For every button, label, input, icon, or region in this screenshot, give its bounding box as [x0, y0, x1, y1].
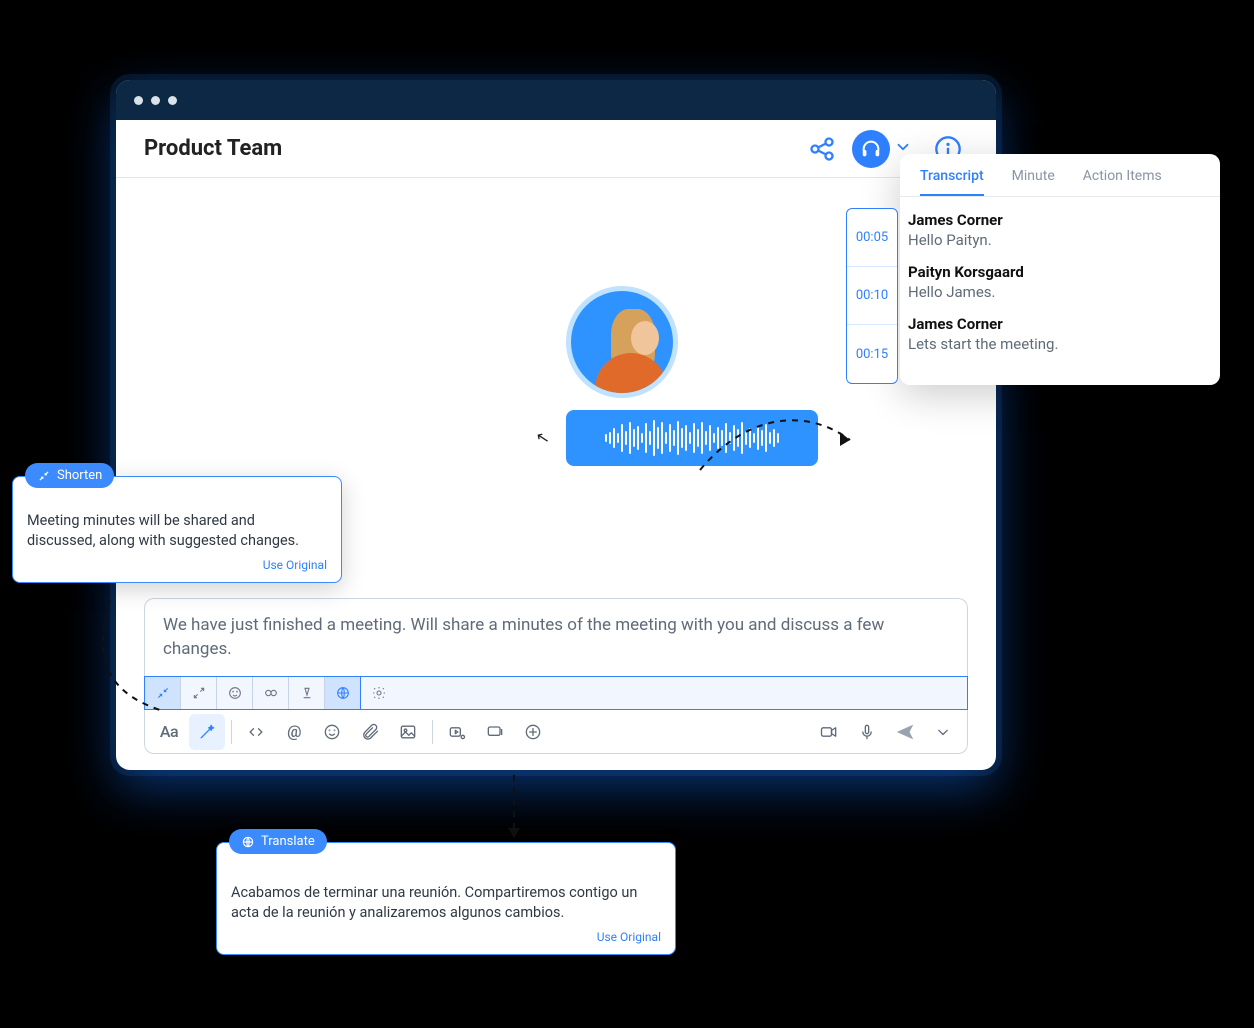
arrow-tool-to-translate: [494, 770, 534, 850]
translate-result-text: Acabamos de terminar una reunión. Compar…: [231, 883, 661, 924]
ai-style-button[interactable]: [289, 677, 325, 709]
tab-transcript[interactable]: Transcript: [920, 168, 984, 196]
send-options-button[interactable]: [925, 714, 961, 750]
translate-badge: Translate: [229, 829, 327, 854]
audio-waveform[interactable]: [566, 410, 818, 466]
transcript-entries: James Corner Hello Paityn. Paityn Korsga…: [900, 197, 1220, 353]
transcript-panel: Transcript Minute Action Items 00:05 00:…: [900, 154, 1220, 385]
attach-button[interactable]: [352, 714, 388, 750]
send-button[interactable]: [887, 714, 923, 750]
share-icon: [808, 135, 836, 163]
shorten-badge: Shorten: [25, 463, 114, 488]
ai-expand-button[interactable]: [181, 677, 217, 709]
translate-label: Translate: [261, 834, 315, 849]
ai-shorten-button[interactable]: [145, 677, 181, 709]
transcript-tabs: Transcript Minute Action Items: [900, 154, 1220, 197]
speaker-name: Paityn Korsgaard: [908, 263, 1202, 281]
ai-continue-button[interactable]: [253, 677, 289, 709]
headphones-icon: [860, 138, 882, 160]
emoji-button[interactable]: [314, 714, 350, 750]
add-button[interactable]: [515, 714, 551, 750]
record-video-button[interactable]: [439, 714, 475, 750]
shorten-label: Shorten: [57, 468, 102, 483]
timestamp[interactable]: 00:15: [847, 325, 897, 383]
transcript-entry: James Corner Lets start the meeting.: [908, 315, 1202, 353]
use-original-link[interactable]: Use Original: [263, 558, 327, 572]
compress-icon: [37, 469, 51, 483]
ai-wand-button[interactable]: [189, 714, 225, 750]
voice-note-button[interactable]: [849, 714, 885, 750]
speaker-name: James Corner: [908, 211, 1202, 229]
utterance-text: Hello James.: [908, 283, 1202, 301]
transcript-entry: Paityn Korsgaard Hello James.: [908, 263, 1202, 301]
speaker-name: James Corner: [908, 315, 1202, 333]
share-button[interactable]: [802, 129, 842, 169]
chat-header: Product Team: [116, 120, 996, 178]
transcript-entry: James Corner Hello Paityn.: [908, 211, 1202, 249]
traffic-light-dot[interactable]: [151, 96, 160, 105]
video-call-button[interactable]: [811, 714, 847, 750]
shorten-result-text: Meeting minutes will be shared and discu…: [27, 511, 327, 552]
timestamp-column: 00:05 00:10 00:15: [846, 208, 898, 384]
timestamp[interactable]: 00:10: [847, 267, 897, 325]
timestamp[interactable]: 00:05: [847, 209, 897, 267]
globe-icon: [241, 835, 255, 849]
code-button[interactable]: [238, 714, 274, 750]
speaker-avatar: [566, 286, 678, 398]
compose-area: We have just finished a meeting. Will sh…: [144, 598, 968, 754]
screen-share-button[interactable]: [477, 714, 513, 750]
ai-settings-button[interactable]: [361, 677, 397, 709]
format-toolbar: Aa @: [144, 710, 968, 754]
window-titlebar: [116, 80, 996, 120]
mention-button[interactable]: @: [276, 714, 312, 750]
ai-translate-button[interactable]: [325, 677, 361, 709]
cursor-icon: ↖: [534, 427, 551, 448]
ai-tone-button[interactable]: [217, 677, 253, 709]
shorten-callout: Shorten Meeting minutes will be shared a…: [12, 476, 342, 583]
utterance-text: Lets start the meeting.: [908, 335, 1202, 353]
tab-minute[interactable]: Minute: [1012, 168, 1055, 196]
use-original-link[interactable]: Use Original: [597, 930, 661, 944]
utterance-text: Hello Paityn.: [908, 231, 1202, 249]
app-window: Product Team ↖ We have just finished a m…: [116, 80, 996, 770]
traffic-light-dot[interactable]: [134, 96, 143, 105]
tab-action-items[interactable]: Action Items: [1083, 168, 1162, 196]
compose-input[interactable]: We have just finished a meeting. Will sh…: [144, 598, 968, 676]
text-format-button[interactable]: Aa: [151, 714, 187, 750]
ai-toolbar: [144, 676, 968, 710]
traffic-light-dot[interactable]: [168, 96, 177, 105]
image-button[interactable]: [390, 714, 426, 750]
translate-callout: Translate Acabamos de terminar una reuni…: [216, 842, 676, 955]
chat-title: Product Team: [144, 136, 282, 161]
chevron-down-icon: [894, 138, 912, 156]
